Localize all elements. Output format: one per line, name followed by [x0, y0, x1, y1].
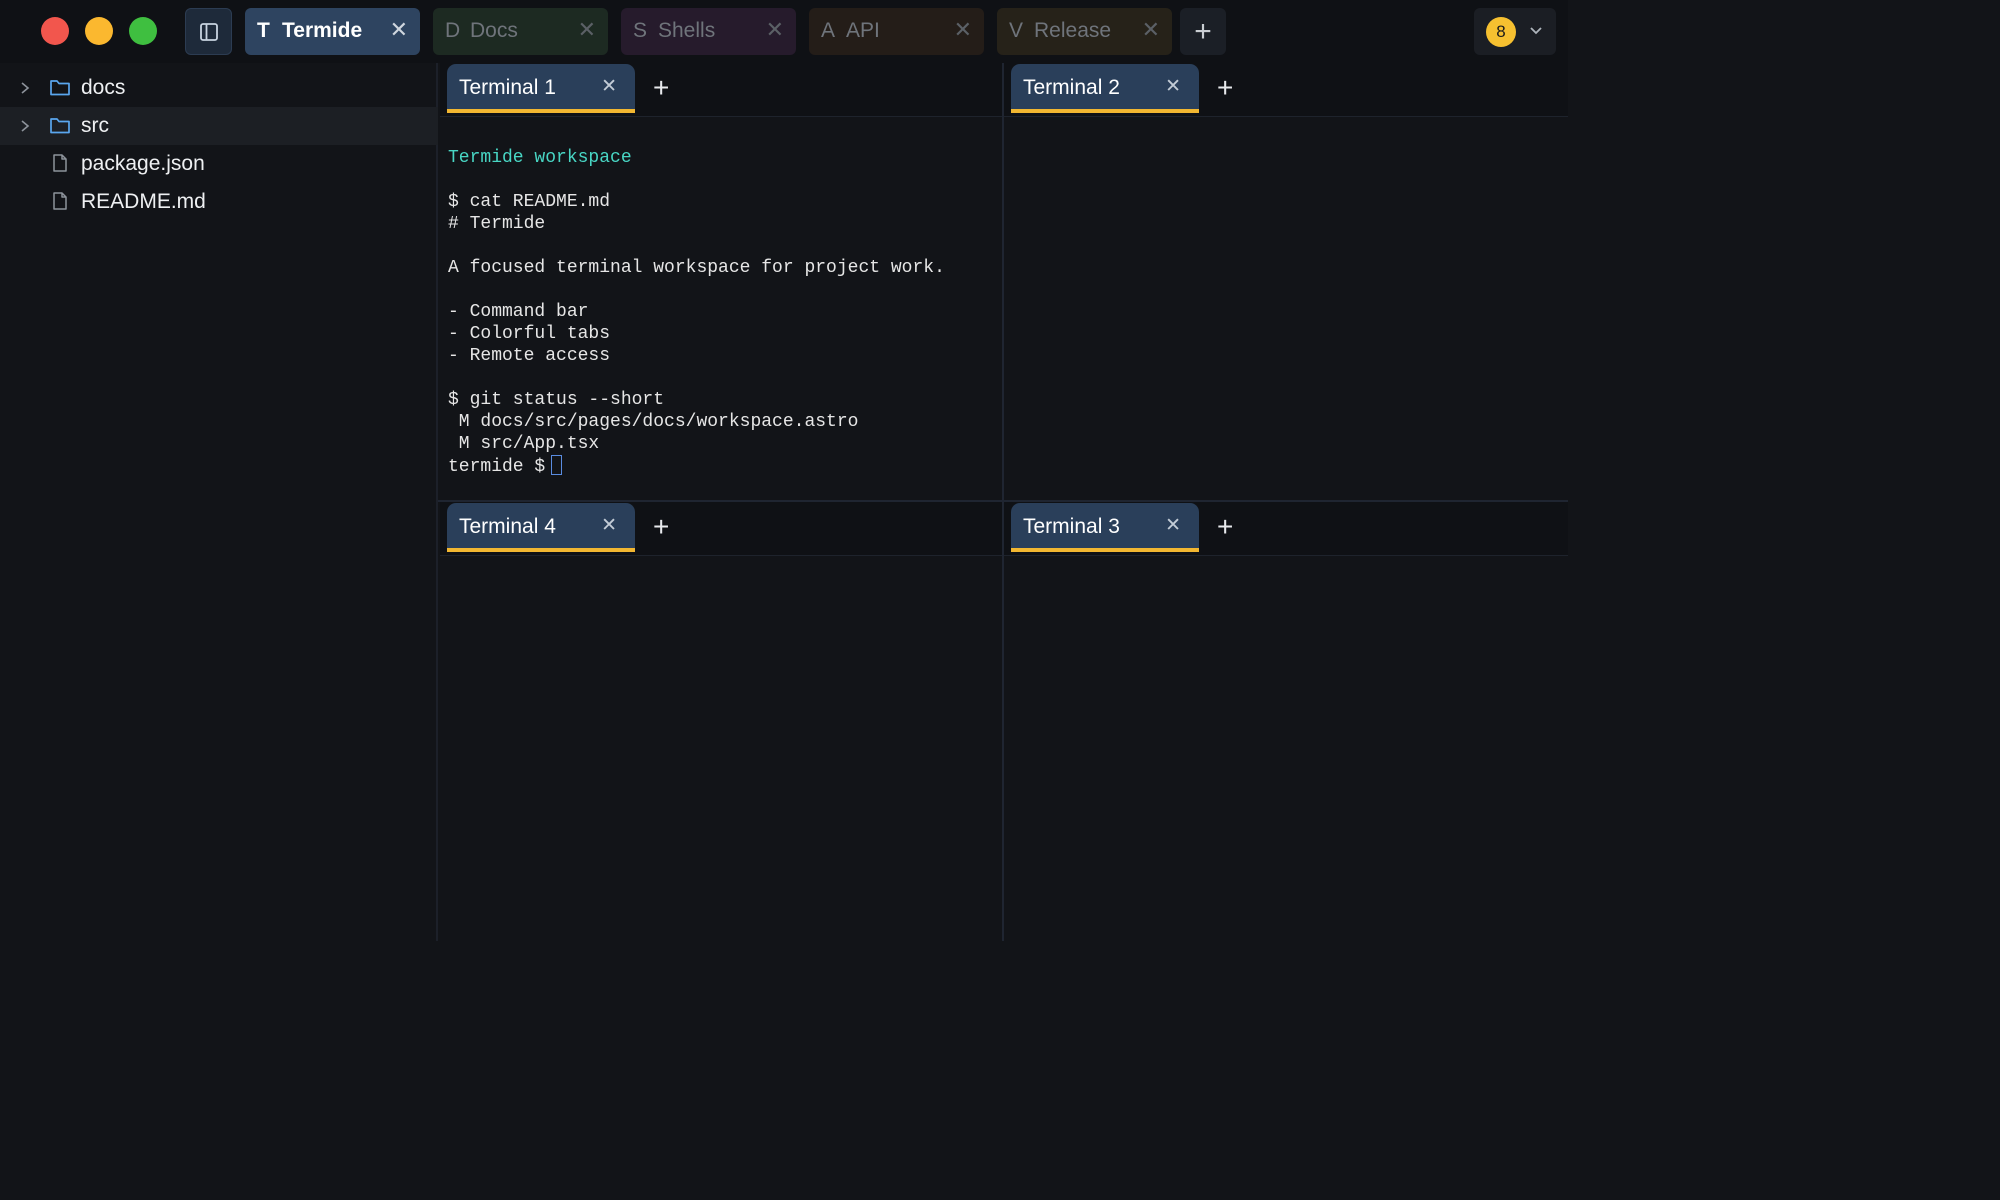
workspace-tab-release[interactable]: V Release ✕: [997, 8, 1172, 55]
tree-item-src[interactable]: src: [0, 107, 438, 145]
window-minimize-button[interactable]: [85, 17, 113, 45]
profile-menu-button[interactable]: 8: [1474, 8, 1556, 55]
terminal-line: - Colorful tabs: [448, 324, 611, 344]
workspace-tab-api[interactable]: A API ✕: [809, 8, 984, 55]
file-icon: [53, 192, 67, 210]
tree-item-label: README.md: [81, 190, 206, 213]
workspace-tab-close-icon[interactable]: ✕: [766, 17, 784, 43]
terminal-line: $ cat README.md: [448, 192, 611, 212]
tree-item-label: package.json: [81, 152, 205, 175]
window-maximize-button[interactable]: [129, 17, 157, 45]
pane-tab-close-icon[interactable]: ✕: [1165, 514, 1181, 537]
window-close-button[interactable]: [41, 17, 69, 45]
workspace-tab-close-icon[interactable]: ✕: [954, 17, 972, 43]
pane-tab-label: Terminal 4: [459, 515, 556, 538]
workspace-tab-letter: D: [445, 19, 461, 42]
pane-terminal-2: Terminal 2 ✕ +: [1004, 63, 1568, 500]
add-terminal-button[interactable]: +: [653, 72, 669, 104]
terminal-line: M src/App.tsx: [448, 434, 600, 454]
pane-tab-close-icon[interactable]: ✕: [1165, 75, 1181, 98]
terminal-prompt-line: termide $: [448, 455, 945, 477]
workspace-tab-docs[interactable]: D Docs ✕: [433, 8, 608, 55]
workspace-tab-letter: V: [1009, 19, 1024, 42]
workspace-tab-name: Release: [1034, 19, 1112, 42]
workspace-tab-close-icon[interactable]: ✕: [578, 17, 596, 43]
add-terminal-button[interactable]: +: [1217, 72, 1233, 104]
add-terminal-button[interactable]: +: [653, 511, 669, 543]
tree-item-package-json[interactable]: package.json: [0, 145, 438, 183]
tree-item-label: docs: [81, 76, 126, 99]
pane-terminal-4: Terminal 4 ✕ +: [440, 502, 1002, 941]
chevron-right-icon[interactable]: [18, 81, 32, 95]
tree-item-readme[interactable]: README.md: [0, 183, 438, 221]
file-tree: docs src package.json README.md: [0, 63, 438, 941]
pane-tab-label: Terminal 3: [1023, 515, 1120, 538]
add-terminal-button[interactable]: +: [1217, 511, 1233, 543]
sidebar-toggle-button[interactable]: [185, 8, 232, 55]
folder-icon: [50, 80, 70, 96]
pane-tab-close-icon[interactable]: ✕: [601, 75, 617, 98]
pane-tab-label: Terminal 1: [459, 76, 556, 99]
workspace-tab-name: Shells: [658, 19, 716, 42]
pane-tab-terminal-2[interactable]: Terminal 2 ✕: [1011, 64, 1199, 113]
pane-tab-terminal-4[interactable]: Terminal 4 ✕: [447, 503, 635, 552]
terminal-line: M docs/src/pages/docs/workspace.astro: [448, 412, 859, 432]
pane-tab-bar: Terminal 4 ✕ +: [440, 502, 1002, 556]
vertical-split-handle[interactable]: [1002, 63, 1004, 941]
workspace-tab-termide[interactable]: T Termide ✕: [245, 8, 420, 55]
terminal-line: A focused terminal workspace for project…: [448, 258, 945, 278]
terminal-line: $ git status --short: [448, 390, 665, 410]
pane-tab-terminal-1[interactable]: Terminal 1 ✕: [447, 64, 635, 113]
workspace-tab-shells[interactable]: S Shells ✕: [621, 8, 796, 55]
terminal-cursor: [551, 455, 563, 475]
sidebar-icon: [199, 22, 218, 41]
pane-terminal-1: Terminal 1 ✕ + Termide workspace $ cat R…: [440, 63, 1002, 500]
file-icon: [53, 154, 67, 172]
tree-item-docs[interactable]: docs: [0, 69, 438, 107]
pane-tab-bar: Terminal 1 ✕ +: [440, 63, 1002, 117]
chevron-down-icon: [1530, 27, 1542, 35]
workspace-tab-letter: S: [633, 19, 648, 42]
terminal-line: # Termide: [448, 214, 546, 234]
pane-terminal-3: Terminal 3 ✕ +: [1004, 502, 1568, 941]
notification-badge: 8: [1486, 17, 1516, 47]
terminal-line: - Command bar: [448, 302, 589, 322]
terminal-prompt: termide $: [448, 457, 546, 477]
tree-item-label: src: [81, 114, 109, 137]
chevron-right-icon[interactable]: [18, 119, 32, 133]
pane-tab-label: Terminal 2: [1023, 76, 1120, 99]
workspace-tab-letter: T: [257, 19, 270, 42]
pane-tab-terminal-3[interactable]: Terminal 3 ✕: [1011, 503, 1199, 552]
horizontal-split-handle[interactable]: [438, 500, 1568, 502]
workspace-tab-name: Docs: [470, 19, 518, 42]
pane-tab-bar: Terminal 3 ✕ +: [1004, 502, 1568, 556]
workspace-tab-letter: A: [821, 19, 836, 42]
terminal-line: Termide workspace: [448, 148, 632, 168]
workspace-tab-name: Termide: [282, 19, 363, 42]
pane-tab-close-icon[interactable]: ✕: [601, 514, 617, 537]
terminal-output[interactable]: Termide workspace $ cat README.md # Term…: [448, 147, 945, 477]
pane-tab-bar: Terminal 2 ✕ +: [1004, 63, 1568, 117]
add-workspace-button[interactable]: +: [1180, 8, 1226, 55]
workspace-tab-close-icon[interactable]: ✕: [1142, 17, 1160, 43]
workspace-tab-name: API: [846, 19, 880, 42]
title-bar: T Termide ✕ D Docs ✕ S Shells ✕ A API ✕ …: [0, 0, 1568, 63]
terminal-line: - Remote access: [448, 346, 611, 366]
folder-icon: [50, 118, 70, 134]
workspace-tab-close-icon[interactable]: ✕: [390, 17, 408, 43]
